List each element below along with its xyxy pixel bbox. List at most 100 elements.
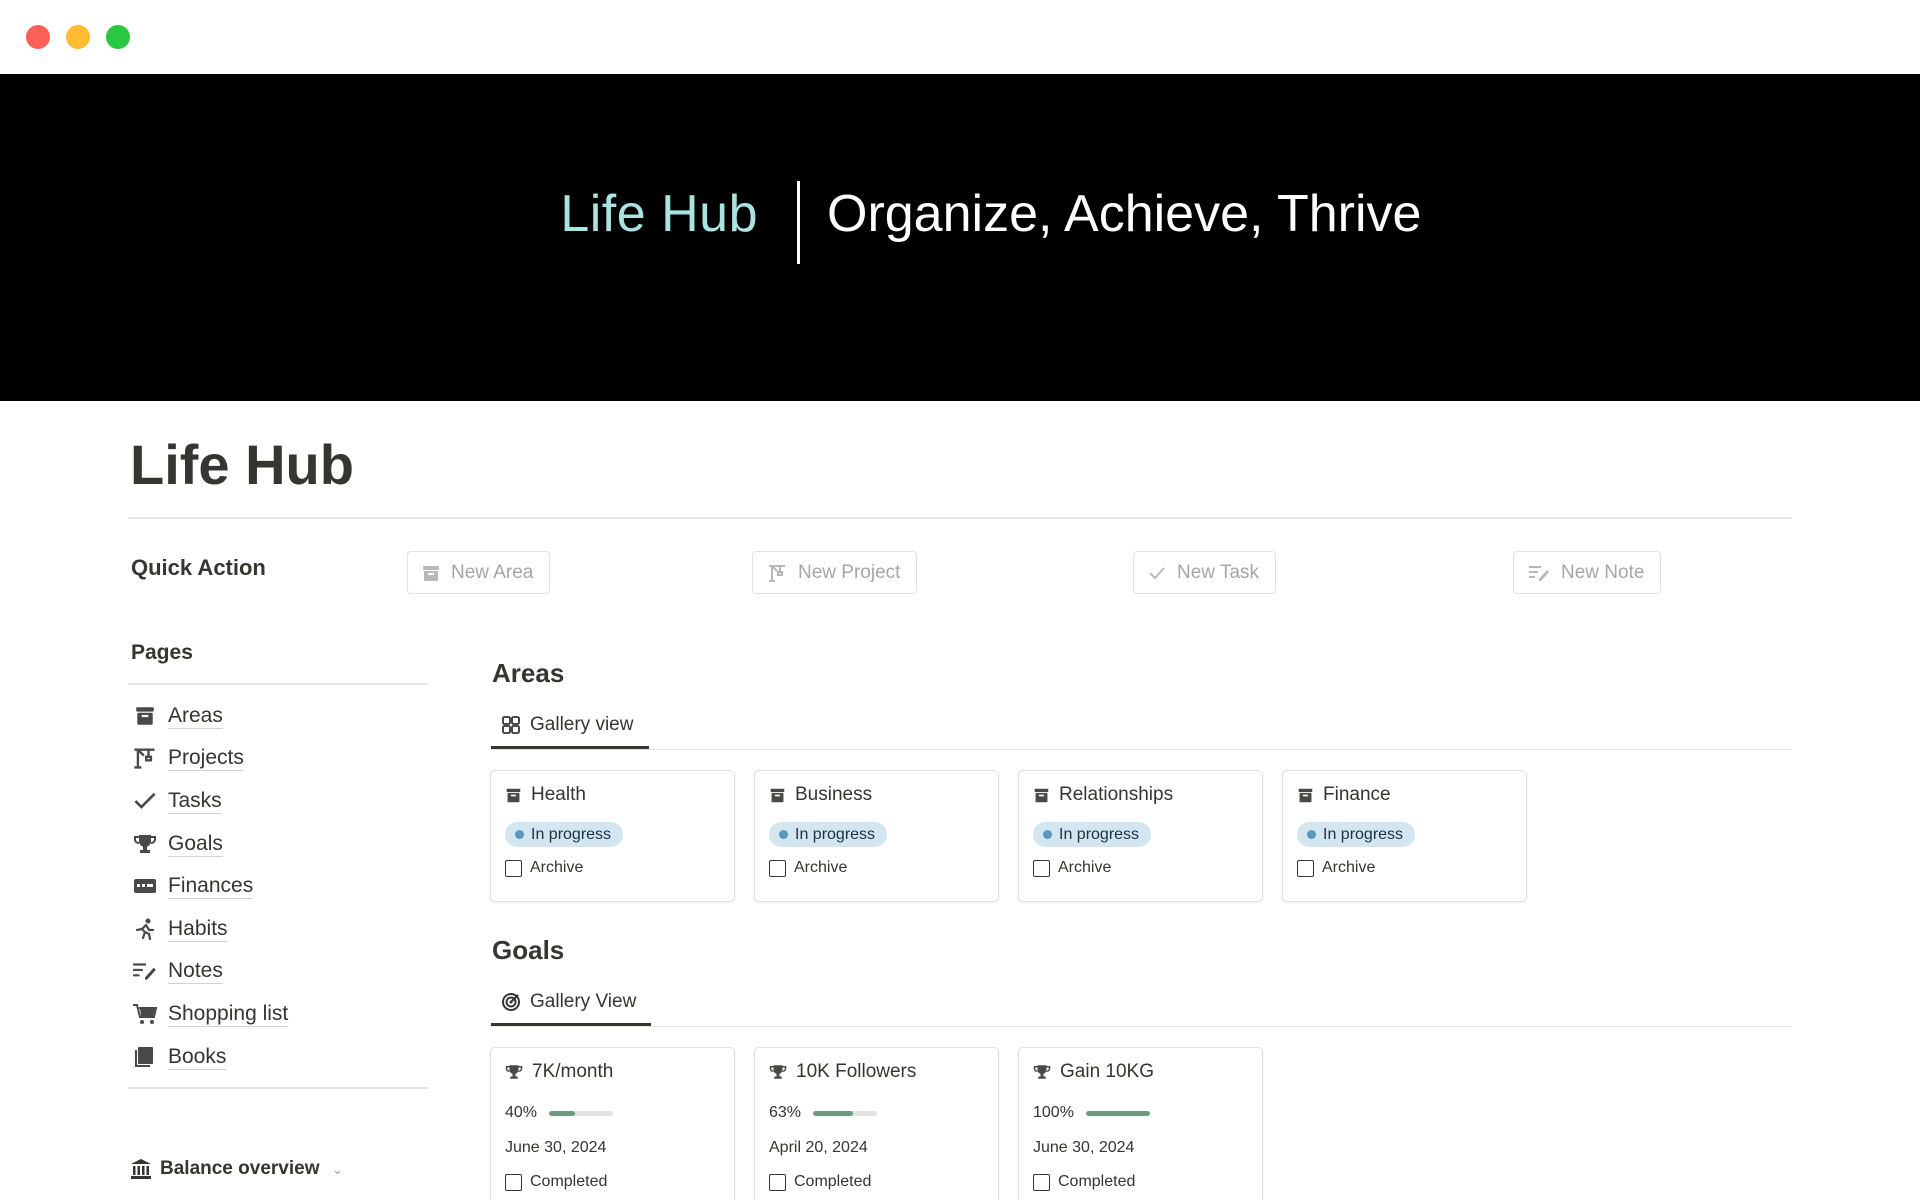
nav-item-areas[interactable]: Areas — [132, 700, 223, 732]
completed-checkbox-row[interactable]: Completed — [769, 1173, 871, 1191]
cart-icon — [132, 1001, 158, 1027]
balance-overview-toggle[interactable]: Balance overview ⌄ — [130, 1158, 343, 1180]
crane-icon — [132, 745, 158, 771]
archive-checkbox[interactable] — [505, 859, 522, 877]
card-title-text: 7K/month — [532, 1061, 614, 1082]
card-title: 10K Followers — [769, 1061, 916, 1083]
completed-label: Completed — [794, 1173, 872, 1190]
nav-label: Notes — [168, 958, 223, 984]
nav-item-tasks[interactable]: Tasks — [132, 785, 222, 817]
area-card-finance[interactable]: Finance In progress Archive — [1282, 770, 1527, 902]
nav-item-projects[interactable]: Projects — [132, 742, 244, 774]
page-title: Life Hub — [130, 433, 354, 496]
progress-percent: 40% — [505, 1104, 538, 1121]
checkmark-icon — [132, 788, 158, 814]
tab-goals-gallery-view[interactable]: Gallery View — [491, 984, 646, 1020]
new-note-label: New Note — [1561, 561, 1645, 583]
bank-icon — [131, 1159, 151, 1179]
new-area-label: New Area — [451, 561, 534, 583]
nav-item-notes[interactable]: Notes — [132, 955, 223, 987]
card-title: 7K/month — [505, 1061, 613, 1083]
target-icon — [502, 993, 520, 1011]
card-title-text: Health — [531, 784, 586, 805]
archive-checkbox-row[interactable]: Archive — [769, 859, 847, 877]
status-dot — [515, 830, 524, 839]
area-card-relationships[interactable]: Relationships In progress Archive — [1018, 770, 1263, 902]
crane-icon — [769, 564, 785, 582]
progress-fill — [813, 1110, 854, 1116]
card-title: Business — [769, 784, 872, 806]
banner-divider — [797, 181, 800, 264]
window-titlebar — [0, 0, 1920, 74]
archive-checkbox[interactable] — [1297, 859, 1314, 877]
archive-checkbox-row[interactable]: Archive — [1033, 859, 1111, 877]
trophy-icon — [1033, 1065, 1051, 1079]
new-area-button[interactable]: New Area — [407, 551, 551, 594]
goal-card-gain-10kg[interactable]: Gain 10KG 100% June 30, 2024 Completed — [1018, 1047, 1263, 1200]
archive-checkbox-row[interactable]: Archive — [505, 859, 583, 877]
new-project-button[interactable]: New Project — [752, 551, 918, 594]
nav-item-shopping-list[interactable]: Shopping list — [132, 998, 289, 1030]
archive-checkbox[interactable] — [769, 859, 786, 877]
nav-label: Areas — [168, 703, 223, 729]
nav-label: Habits — [168, 916, 228, 942]
completed-checkbox[interactable] — [769, 1173, 786, 1191]
goal-date: June 30, 2024 — [505, 1139, 607, 1156]
archive-checkbox[interactable] — [1033, 859, 1050, 877]
nav-item-finances[interactable]: Finances — [132, 870, 254, 902]
tab-label: Gallery View — [530, 991, 637, 1012]
completed-checkbox[interactable] — [1033, 1173, 1050, 1191]
new-project-label: New Project — [798, 561, 901, 583]
progress-bar — [813, 1110, 878, 1116]
progress-percent: 63% — [769, 1104, 802, 1121]
status-badge: In progress — [505, 822, 624, 847]
trophy-icon — [769, 1065, 787, 1079]
nav-item-habits[interactable]: Habits — [132, 913, 228, 945]
archive-box-icon — [770, 788, 785, 802]
card-title: Gain 10KG — [1033, 1061, 1154, 1083]
close-window-button[interactable] — [26, 25, 50, 49]
completed-checkbox[interactable] — [505, 1173, 522, 1191]
new-note-button[interactable]: New Note — [1513, 551, 1662, 594]
new-task-button[interactable]: New Task — [1133, 551, 1277, 594]
pages-heading: Pages — [131, 641, 193, 664]
nav-label: Tasks — [168, 788, 222, 814]
archive-box-icon — [132, 703, 158, 729]
status-dot — [779, 830, 788, 839]
archive-label: Archive — [530, 859, 584, 876]
goal-date: June 30, 2024 — [1033, 1139, 1135, 1156]
status-badge: In progress — [1297, 822, 1416, 847]
nav-label: Finances — [168, 873, 254, 899]
banner-title-left: Life Hub — [560, 185, 758, 243]
tab-areas-gallery-view[interactable]: Gallery view — [491, 707, 643, 743]
card-title: Finance — [1297, 784, 1391, 806]
areas-heading: Areas — [492, 658, 565, 688]
archive-checkbox-row[interactable]: Archive — [1297, 859, 1375, 877]
progress-row: 63% — [769, 1104, 878, 1122]
status-text: In progress — [1323, 825, 1404, 843]
archive-label: Archive — [1058, 859, 1112, 876]
card-title-text: Finance — [1323, 784, 1391, 805]
nav-item-goals[interactable]: Goals — [132, 828, 223, 860]
status-text: In progress — [1059, 825, 1140, 843]
goal-card-7k-month[interactable]: 7K/month 40% June 30, 2024 Completed — [490, 1047, 735, 1200]
divider — [491, 749, 1792, 750]
area-card-business[interactable]: Business In progress Archive — [754, 770, 999, 902]
completed-checkbox-row[interactable]: Completed — [505, 1173, 607, 1191]
archive-box-icon — [1298, 788, 1313, 802]
note-pencil-icon — [1529, 565, 1549, 581]
nav-label: Goals — [168, 831, 223, 857]
archive-box-icon — [423, 565, 439, 581]
nav-item-books[interactable]: Books — [132, 1041, 227, 1073]
card-title-text: 10K Followers — [796, 1061, 917, 1082]
goal-card-10k-followers[interactable]: 10K Followers 63% April 20, 2024 Complet… — [754, 1047, 999, 1200]
card-title-text: Relationships — [1059, 784, 1174, 805]
chevron-down-icon: ⌄ — [331, 1160, 344, 1177]
minimize-window-button[interactable] — [66, 25, 90, 49]
progress-fill — [549, 1110, 575, 1116]
zoom-window-button[interactable] — [106, 25, 130, 49]
completed-checkbox-row[interactable]: Completed — [1033, 1173, 1135, 1191]
checkmark-icon — [1149, 566, 1165, 579]
area-card-health[interactable]: Health In progress Archive — [490, 770, 735, 902]
trophy-icon — [132, 831, 158, 857]
